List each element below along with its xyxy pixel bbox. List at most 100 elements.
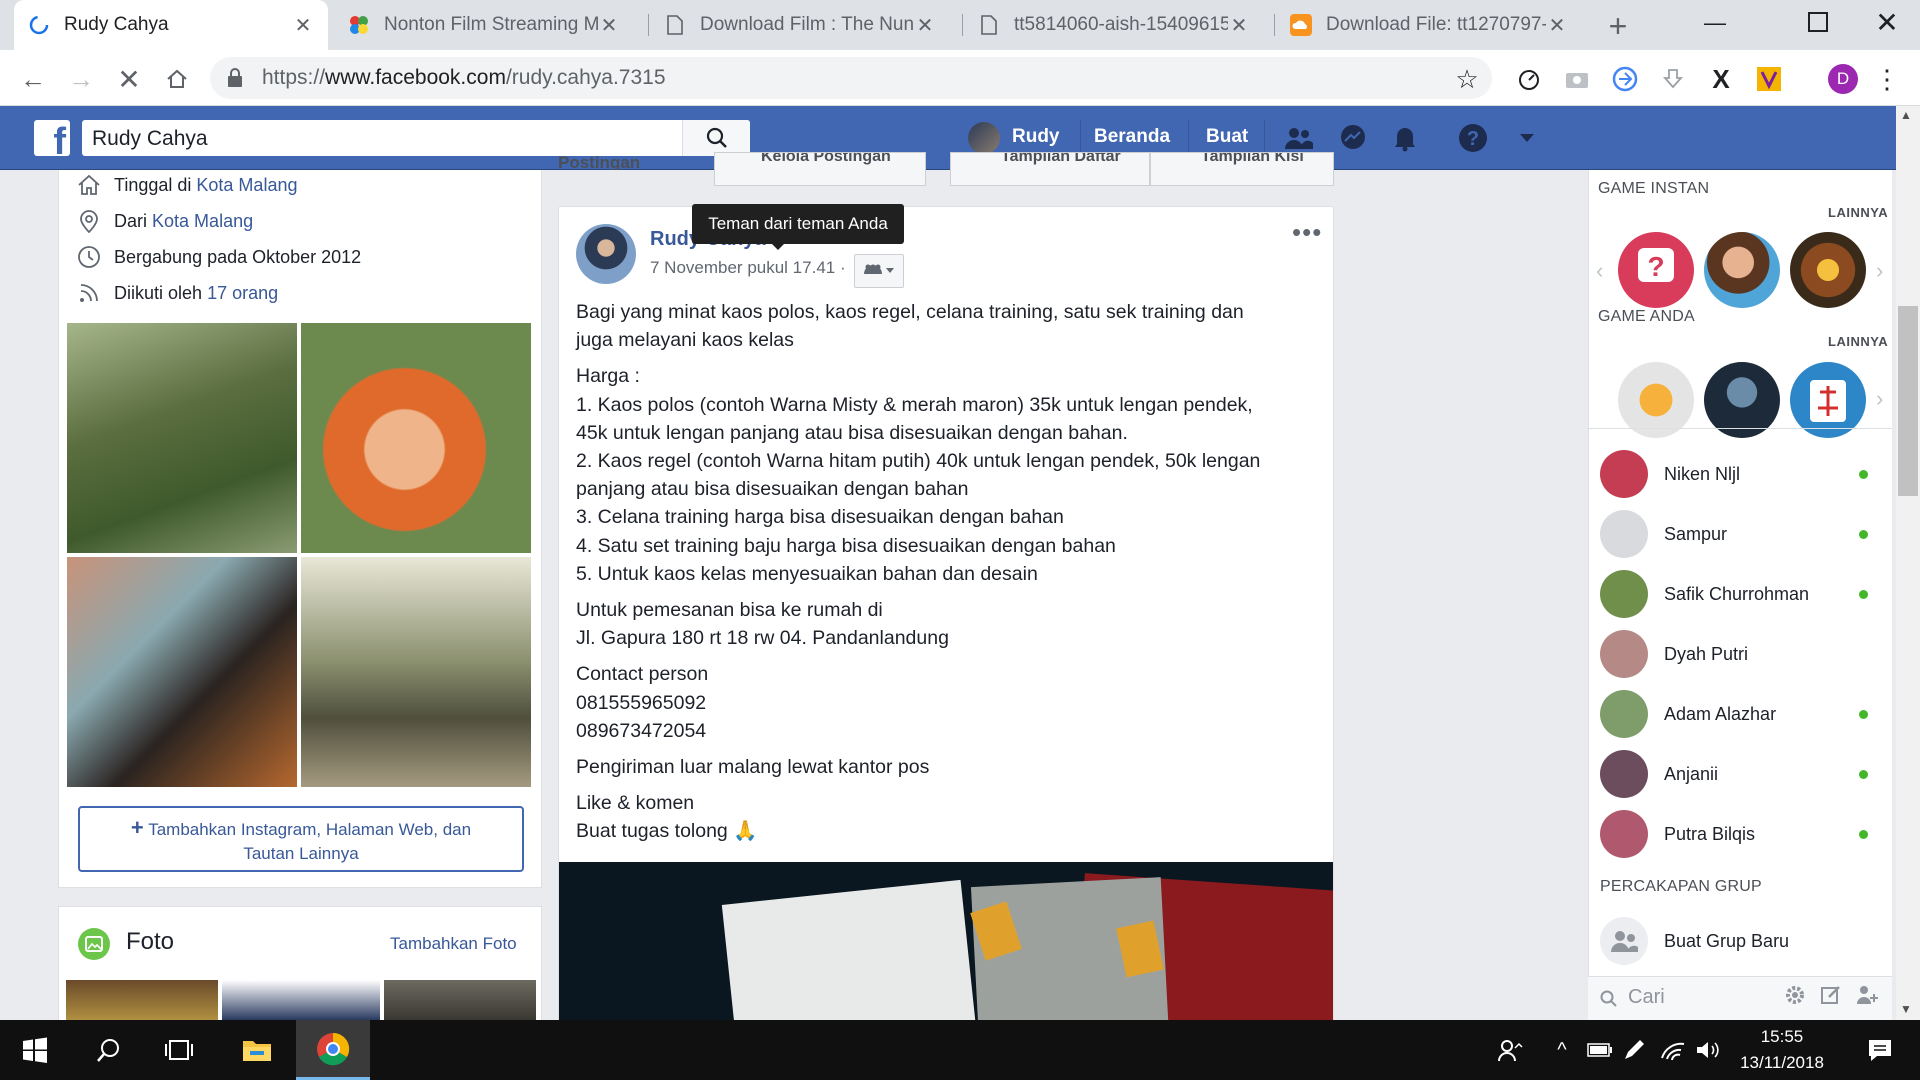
from-city-link[interactable]: Kota Malang [152, 211, 253, 232]
people-icon[interactable] [1492, 1020, 1528, 1080]
pen-icon[interactable] [1618, 1020, 1650, 1080]
scroll-up-arrow-icon[interactable]: ▲ [1900, 108, 1912, 122]
tab-download-film[interactable]: Download Film : The Nun(2 ✕ [650, 0, 950, 50]
featured-photo-1[interactable] [66, 322, 298, 554]
menu-kebab-icon[interactable]: ⋮ [1872, 64, 1902, 94]
user-avatar[interactable] [968, 122, 1000, 154]
create-group-item[interactable]: Buat Grup Baru [1600, 916, 1880, 966]
game-avatar-icon[interactable] [1704, 232, 1780, 308]
windows-start-icon[interactable] [10, 1020, 60, 1080]
chat-search-input[interactable]: Cari [1628, 986, 1665, 1009]
post-options-icon[interactable]: ••• [1292, 219, 1322, 245]
tab-download-file[interactable]: Download File: tt1270797-v ✕ [1276, 0, 1582, 50]
contact-item[interactable]: Niken Nljl [1600, 449, 1880, 499]
camera-icon[interactable] [1562, 64, 1592, 94]
scrollbar-thumb[interactable] [1898, 306, 1918, 496]
x-extension-icon[interactable]: X [1706, 64, 1736, 94]
close-tab-icon[interactable]: ✕ [914, 13, 936, 38]
your-games-more-link[interactable]: LAINNYA [1828, 334, 1888, 349]
minimize-icon[interactable]: — [1700, 10, 1730, 40]
taskbar-search-icon[interactable] [84, 1020, 134, 1080]
bookmark-star-icon[interactable]: ☆ [1452, 64, 1482, 94]
followers-link[interactable]: 17 orang [207, 283, 278, 304]
facebook-search-input[interactable]: Rudy Cahya [82, 120, 750, 156]
list-view-tab[interactable]: Tampilan Daftar [950, 152, 1150, 186]
photo-thumb-2[interactable] [222, 980, 380, 1020]
carousel-right-icon[interactable]: › [1876, 386, 1883, 412]
contact-item[interactable]: Putra Bilqis [1600, 809, 1880, 859]
settings-gear-icon[interactable] [1784, 984, 1806, 1006]
restore-icon[interactable] [1808, 12, 1828, 32]
messenger-icon[interactable] [1336, 121, 1370, 155]
contact-item[interactable]: Anjanii [1600, 749, 1880, 799]
nav-profile-link[interactable]: Rudy [1012, 126, 1060, 148]
home-icon[interactable] [162, 64, 192, 94]
url-text[interactable]: https://www.facebook.com/rudy.cahya.7315 [262, 66, 666, 90]
featured-photo-2[interactable] [300, 322, 532, 554]
close-tab-icon[interactable]: ✕ [292, 13, 314, 38]
carousel-right-icon[interactable]: › [1876, 258, 1883, 284]
photo-thumb-1[interactable] [66, 980, 218, 1020]
manage-posts-button[interactable]: Kelola Postingan [714, 152, 926, 186]
grid-view-tab[interactable]: Tampilan Kisi [1150, 152, 1334, 186]
game-naruto-icon[interactable] [1618, 362, 1694, 438]
game-legends-icon[interactable] [1790, 232, 1866, 308]
stop-icon[interactable]: ✕ [114, 64, 144, 95]
instant-games-more-link[interactable]: LAINNYA [1828, 205, 1888, 220]
page-scrollbar[interactable] [1896, 106, 1920, 1020]
new-tab-icon[interactable]: + [1600, 8, 1636, 44]
contact-item[interactable]: Sampur [1600, 509, 1880, 559]
game-mahjong-icon[interactable] [1790, 362, 1866, 438]
post-image[interactable] [559, 862, 1333, 1020]
chrome-taskbar-icon[interactable] [296, 1020, 370, 1080]
close-window-icon[interactable]: ✕ [1870, 6, 1904, 40]
action-center-icon[interactable] [1854, 1020, 1906, 1080]
carousel-left-icon[interactable]: ‹ [1596, 258, 1603, 284]
tab-tt5814060[interactable]: tt5814060-aish-1540961570 ✕ [964, 0, 1264, 50]
nav-home-link[interactable]: Beranda [1094, 126, 1170, 148]
task-view-icon[interactable] [154, 1020, 204, 1080]
photo-thumb-3[interactable] [384, 980, 536, 1020]
forward-icon[interactable]: → [66, 64, 96, 94]
lock-icon[interactable] [226, 68, 244, 88]
contact-item[interactable]: Dyah Putri [1600, 629, 1880, 679]
tab-rudy-cahya[interactable]: Rudy Cahya ✕ [14, 0, 328, 50]
close-tab-icon[interactable]: ✕ [1546, 13, 1568, 38]
download-extension-icon[interactable] [1658, 64, 1688, 94]
featured-photo-3[interactable] [66, 556, 298, 788]
featured-photo-4[interactable] [300, 556, 532, 788]
facebook-logo-icon[interactable]: f [34, 120, 70, 156]
back-icon[interactable]: ← [18, 64, 48, 94]
add-photo-link[interactable]: Tambahkan Foto [390, 934, 517, 954]
wifi-icon[interactable] [1656, 1020, 1690, 1080]
search-icon[interactable] [682, 120, 750, 156]
nav-create-link[interactable]: Buat [1206, 126, 1248, 148]
friend-requests-icon[interactable] [1282, 121, 1316, 155]
scroll-down-arrow-icon[interactable]: ▼ [1900, 1002, 1912, 1016]
sync-extension-icon[interactable] [1610, 64, 1640, 94]
profile-avatar[interactable]: D [1828, 64, 1858, 94]
tab-nonton-film[interactable]: Nonton Film Streaming Mo ✕ [334, 0, 634, 50]
game-help-icon[interactable]: ? [1618, 232, 1694, 308]
close-tab-icon[interactable]: ✕ [1228, 13, 1250, 38]
volume-icon[interactable] [1692, 1020, 1726, 1080]
lives-in-city-link[interactable]: Kota Malang [196, 175, 297, 196]
contact-item[interactable]: Adam Alazhar [1600, 689, 1880, 739]
notifications-bell-icon[interactable] [1388, 121, 1422, 155]
v-extension-icon[interactable] [1754, 64, 1784, 94]
help-icon[interactable]: ? [1456, 121, 1490, 155]
post-author-avatar[interactable] [576, 224, 636, 284]
file-explorer-icon[interactable] [230, 1020, 284, 1080]
chevron-up-icon[interactable]: ^ [1548, 1020, 1576, 1080]
close-tab-icon[interactable]: ✕ [598, 13, 620, 38]
add-links-button[interactable]: + Tambahkan Instagram, Halaman Web, dan … [78, 806, 524, 872]
post-timestamp[interactable]: 7 November pukul 17.41 · [650, 258, 846, 278]
audience-selector[interactable] [854, 254, 904, 288]
clock[interactable]: 15:55 13/11/2018 [1730, 1024, 1834, 1076]
contact-item[interactable]: Safik Churrohman [1600, 569, 1880, 619]
game-hero-icon[interactable] [1704, 362, 1780, 438]
speed-dial-icon[interactable] [1514, 64, 1544, 94]
battery-icon[interactable] [1584, 1020, 1616, 1080]
create-group-icon[interactable] [1856, 984, 1880, 1006]
account-menu-caret-icon[interactable] [1510, 121, 1544, 155]
